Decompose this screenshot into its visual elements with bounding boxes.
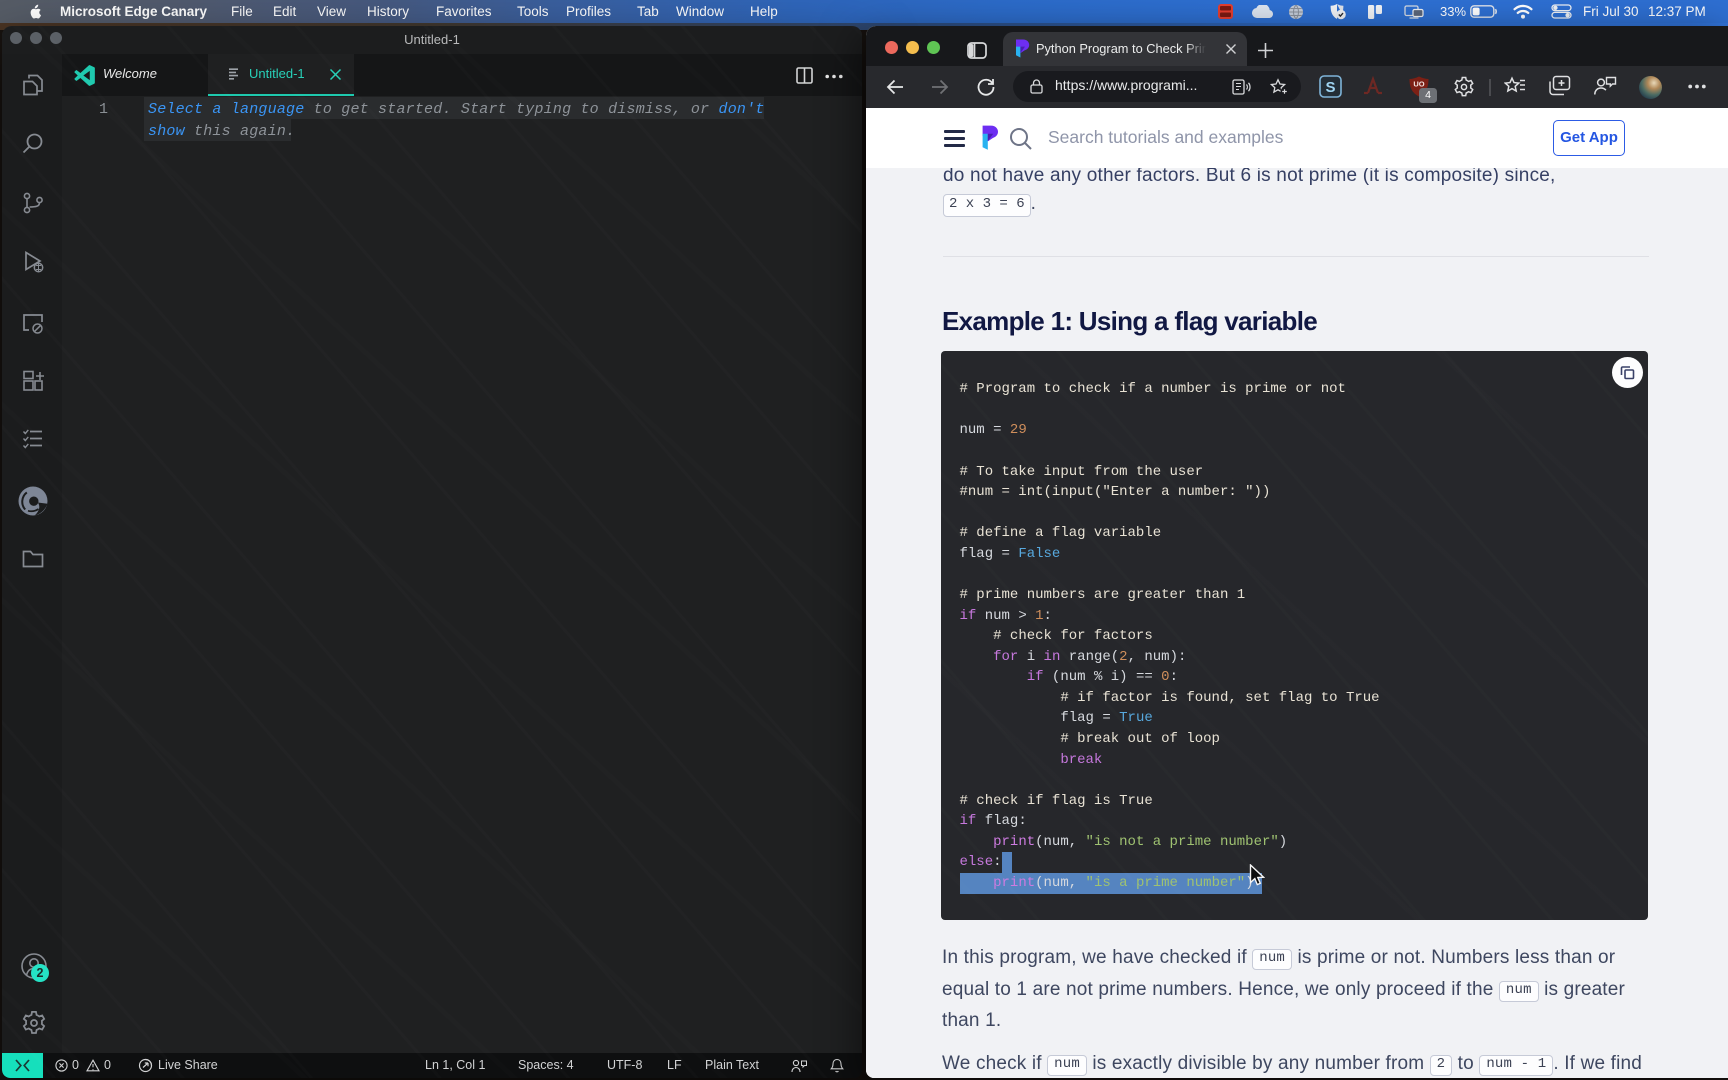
svg-text:S: S	[1325, 79, 1335, 96]
